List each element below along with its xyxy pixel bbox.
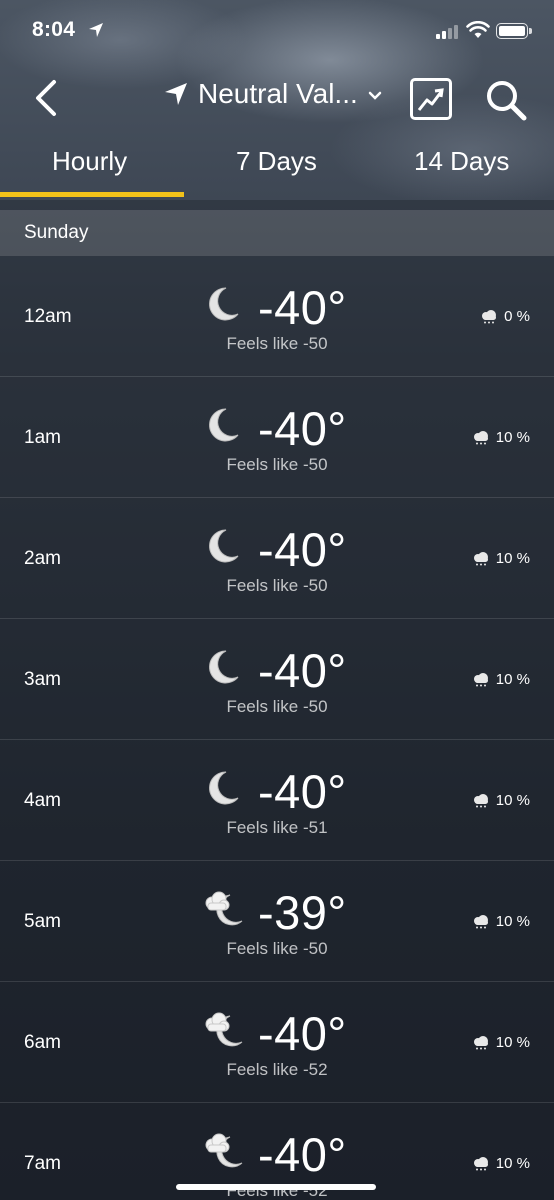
precip-chance: 10 %: [472, 429, 530, 446]
status-bar: 8:04: [0, 0, 554, 64]
feels-like: Feels like -51: [226, 818, 328, 837]
feels-like: Feels like -52: [226, 1060, 328, 1079]
hour-temperature: -40°: [258, 1007, 347, 1060]
precip-value: 10 %: [495, 913, 530, 930]
precip-cloud-icon: [472, 672, 490, 687]
signal-icon: [436, 25, 458, 39]
hour-row[interactable]: 3am -40° Feels like -50 10 %: [0, 619, 554, 740]
hour-row[interactable]: 2am -40° Feels like -50 10 %: [0, 498, 554, 619]
hour-row[interactable]: 6am -40° Feels like -52 10 %: [0, 982, 554, 1103]
precip-cloud-icon: [472, 1035, 490, 1050]
hour-time: 1am: [24, 427, 61, 448]
precip-value: 0 %: [504, 308, 530, 325]
precip-chance: 10 %: [472, 671, 530, 688]
tab-7-days[interactable]: 7 Days: [236, 146, 317, 177]
hour-time: 12am: [24, 306, 72, 327]
hour-temperature: -40°: [258, 523, 347, 576]
day-header: Sunday: [0, 210, 554, 256]
chevron-left-icon: [36, 80, 56, 116]
moon-icon: [202, 647, 246, 687]
precip-cloud-icon: [472, 793, 490, 808]
location-arrow-icon: [165, 83, 187, 105]
cloud-moon-icon: [202, 889, 246, 929]
cloud-moon-icon: [202, 1131, 246, 1171]
hour-row[interactable]: 1am -40° Feels like -50 10 %: [0, 377, 554, 498]
precip-chance: 10 %: [472, 1034, 530, 1051]
wifi-icon: [466, 21, 490, 38]
hour-row[interactable]: 4am -40° Feels like -51 10 %: [0, 740, 554, 861]
hour-temperature: -40°: [258, 402, 347, 455]
search-icon: [487, 81, 527, 121]
precip-chance: 10 %: [472, 1155, 530, 1172]
feels-like: Feels like -50: [226, 939, 328, 958]
hour-temperature: -40°: [258, 281, 347, 334]
precip-cloud-icon: [472, 430, 490, 445]
hour-time: 7am: [24, 1153, 61, 1174]
precip-value: 10 %: [495, 429, 530, 446]
hour-time: 2am: [24, 548, 61, 569]
cloud-moon-icon: [202, 1010, 246, 1050]
hour-temperature: -39°: [258, 886, 347, 939]
precip-value: 10 %: [495, 550, 530, 567]
back-button[interactable]: [28, 78, 68, 118]
feels-like: Feels like -50: [226, 334, 328, 353]
chevron-down-icon: [368, 91, 382, 100]
location-selector[interactable]: Neutral Val...: [164, 76, 382, 112]
day-label: Sunday: [24, 222, 89, 243]
precip-chance: 10 %: [472, 913, 530, 930]
precip-value: 10 %: [495, 792, 530, 809]
hour-time: 6am: [24, 1032, 61, 1053]
feels-like: Feels like -50: [226, 697, 328, 716]
hour-row[interactable]: 12am -40° Feels like -50 0 %: [0, 256, 554, 377]
hour-time: 5am: [24, 911, 61, 932]
battery-cap: [529, 28, 532, 34]
trend-chart-icon: [417, 88, 444, 111]
precip-cloud-icon: [472, 1156, 490, 1171]
location-arrow-icon: [89, 23, 103, 37]
search-button[interactable]: [484, 78, 528, 122]
home-indicator[interactable]: [176, 1184, 376, 1190]
active-tab-indicator: [0, 192, 184, 197]
precip-cloud-icon: [480, 309, 498, 324]
location-name: Neutral Val...: [198, 78, 358, 109]
tab-hourly[interactable]: Hourly: [52, 146, 127, 177]
hour-row[interactable]: 5am -39° Feels like -50 10 %: [0, 861, 554, 982]
tab-bar: Hourly 7 Days 14 Days: [0, 136, 554, 198]
status-time: 8:04: [32, 18, 76, 41]
precip-cloud-icon: [472, 914, 490, 929]
moon-icon: [202, 768, 246, 808]
hour-time: 4am: [24, 790, 61, 811]
precip-chance: 10 %: [472, 550, 530, 567]
precip-value: 10 %: [495, 671, 530, 688]
precip-value: 10 %: [495, 1034, 530, 1051]
tab-14-days[interactable]: 14 Days: [414, 146, 509, 177]
hour-time: 3am: [24, 669, 61, 690]
moon-icon: [202, 405, 246, 445]
battery-icon: [496, 23, 528, 39]
feels-like: Feels like -50: [226, 455, 328, 474]
precip-chance: 10 %: [472, 792, 530, 809]
moon-icon: [202, 284, 246, 324]
graph-button[interactable]: [410, 78, 452, 120]
precip-cloud-icon: [472, 551, 490, 566]
nav-bar: Neutral Val...: [0, 64, 554, 134]
precip-chance: 0 %: [480, 308, 530, 325]
hour-temperature: -40°: [258, 765, 347, 818]
feels-like: Feels like -50: [226, 576, 328, 595]
moon-icon: [202, 526, 246, 566]
precip-value: 10 %: [495, 1155, 530, 1172]
hour-temperature: -40°: [258, 644, 347, 697]
hour-temperature: -40°: [258, 1128, 347, 1181]
